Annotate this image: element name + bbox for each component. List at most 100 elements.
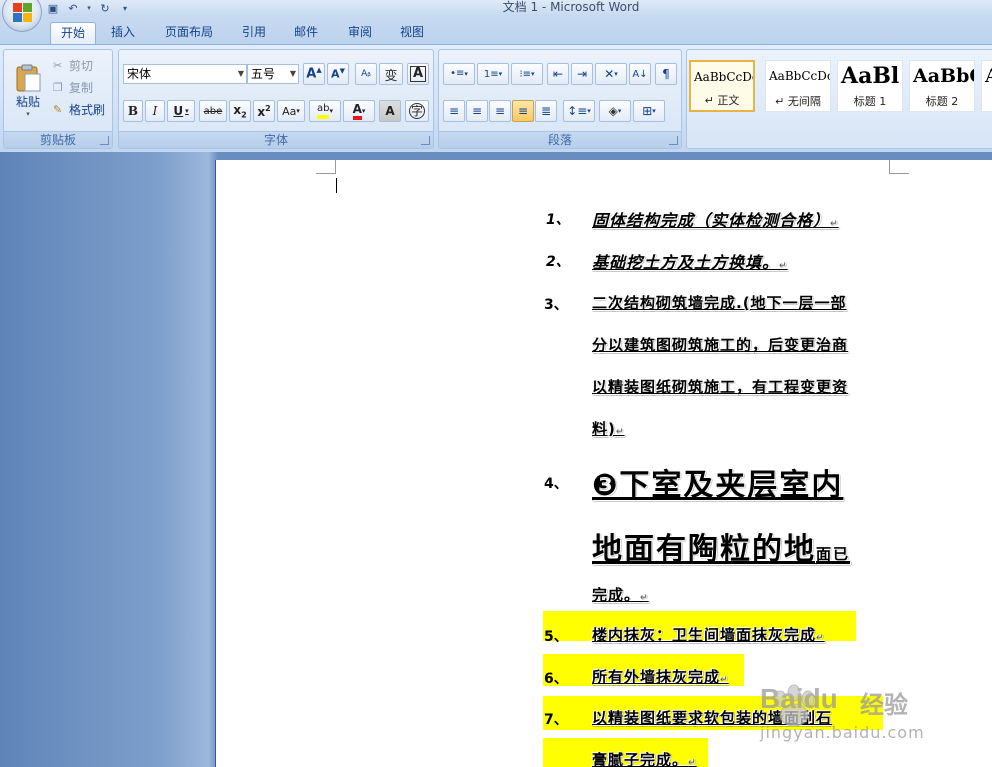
justify-button[interactable]: ≡ bbox=[512, 100, 534, 122]
tab-mailings[interactable]: 邮件 bbox=[286, 22, 326, 44]
enclose-characters-button[interactable]: 字 bbox=[405, 100, 429, 122]
grow-font-button[interactable]: A▲ bbox=[303, 63, 325, 85]
phonetic-guide-button[interactable]: 变 bbox=[379, 63, 403, 85]
line-spacing-button[interactable]: ↕≡ ▾ bbox=[563, 100, 595, 122]
align-right-icon: ≡ bbox=[494, 104, 506, 118]
font-color-button[interactable]: A ▾ bbox=[343, 100, 375, 122]
numbering-button[interactable]: 1≡ ▾ bbox=[477, 63, 509, 85]
chevron-down-icon: ▾ bbox=[652, 107, 656, 115]
italic-button[interactable]: I bbox=[145, 100, 165, 122]
style-sample: A bbox=[985, 65, 992, 87]
tab-home[interactable]: 开始 bbox=[50, 22, 96, 44]
increase-indent-button[interactable]: ⇥ bbox=[571, 63, 593, 85]
align-center-icon: ≡ bbox=[471, 104, 483, 118]
list-item-text: ❸下室及夹层室内 bbox=[592, 468, 844, 503]
character-border-icon: A bbox=[409, 66, 427, 82]
underline-button[interactable]: U ▾ bbox=[167, 100, 195, 122]
multilevel-list-button[interactable]: ⁝≡ ▾ bbox=[511, 63, 543, 85]
enclose-characters-icon: 字 bbox=[409, 103, 425, 119]
show-marks-button[interactable]: ¶ bbox=[655, 63, 677, 85]
decrease-indent-icon: ⇤ bbox=[552, 67, 564, 81]
decrease-indent-button[interactable]: ⇤ bbox=[547, 63, 569, 85]
font-color-icon: A bbox=[352, 102, 362, 120]
subscript-button[interactable]: x2 bbox=[229, 100, 251, 122]
highlight-button[interactable]: ab ▾ bbox=[309, 100, 341, 122]
paintbrush-icon: ✎ bbox=[53, 102, 63, 116]
clear-formatting-button[interactable]: Aᵦ bbox=[355, 63, 377, 85]
sort-icon: A↓ bbox=[632, 68, 648, 80]
chevron-down-icon: ▾ bbox=[185, 107, 189, 115]
shrink-font-button[interactable]: A▼ bbox=[327, 63, 349, 85]
bold-button[interactable]: B bbox=[123, 100, 143, 122]
document-page[interactable]: 1、 固体结构完成（实体检测合格）↵ 2、 基础挖土方及土方换填。↵ 3、 二次… bbox=[215, 160, 992, 767]
chevron-down-icon: ▾ bbox=[531, 70, 535, 78]
shading-button[interactable]: ◈ ▾ bbox=[599, 100, 631, 122]
copy-button[interactable]: ❐ 复制 bbox=[52, 78, 108, 96]
style-next[interactable]: A bbox=[981, 60, 992, 112]
list-item-text: 基础挖土方及土方换填。↵ bbox=[592, 253, 788, 272]
format-painter-label: 格式刷 bbox=[69, 102, 106, 117]
font-group: 宋体 ▼ 五号 ▼ A▲ A▼ Aᵦ 变 A B I U ▾ abe x2 x2 … bbox=[118, 49, 434, 149]
list-item-text: 以精装图纸砌筑施工，有工程变更资 bbox=[592, 378, 849, 396]
list-number: 5、 bbox=[544, 629, 568, 645]
paragraph-dialog-launcher[interactable] bbox=[669, 136, 678, 145]
align-center-button[interactable]: ≡ bbox=[466, 100, 488, 122]
chinese-layout-icon: ✕ bbox=[604, 67, 615, 81]
strikethrough-icon: abe bbox=[203, 105, 223, 117]
change-case-button[interactable]: Aa ▾ bbox=[277, 100, 305, 122]
style-sample: AaBbC bbox=[913, 65, 974, 87]
sort-button[interactable]: A↓ bbox=[629, 63, 651, 85]
clipboard-dialog-launcher[interactable] bbox=[100, 136, 109, 145]
tab-references[interactable]: 引用 bbox=[234, 22, 274, 44]
font-name-combo[interactable]: 宋体 ▼ bbox=[123, 64, 247, 84]
character-border-button[interactable]: A bbox=[407, 63, 429, 85]
superscript-icon: x2 bbox=[257, 103, 271, 119]
chevron-down-icon: ▾ bbox=[617, 107, 622, 115]
increase-indent-icon: ⇥ bbox=[576, 67, 588, 81]
align-right-button[interactable]: ≡ bbox=[489, 100, 511, 122]
styles-group: AaBbCcDc ↵ 正文 AaBbCcDc ↵ 无间隔 AaBl 标题 1 A… bbox=[686, 49, 992, 149]
paste-label: 粘贴 bbox=[15, 94, 40, 109]
font-name-value: 宋体 bbox=[127, 67, 152, 81]
borders-button[interactable]: ⊞ ▾ bbox=[633, 100, 665, 122]
align-left-button[interactable]: ≡ bbox=[443, 100, 465, 122]
style-sample: AaBbCcDc bbox=[694, 70, 755, 84]
tab-review[interactable]: 审阅 bbox=[340, 22, 380, 44]
list-item-text: 二次结构砌筑墙完成.(地下一层一部 bbox=[592, 294, 847, 312]
list-item-text: 地面有陶粒的地面已 bbox=[592, 532, 851, 567]
ribbon: 粘贴 ▾ ✂ 剪切 ❐ 复制 ✎ 格式刷 剪贴板 宋体 ▼ 五号 ▼ A▲ A▼… bbox=[0, 44, 992, 152]
clipboard-group-label: 剪贴板 bbox=[4, 131, 112, 148]
italic-icon: I bbox=[152, 104, 158, 118]
paragraph-group-label: 段落 bbox=[439, 131, 681, 148]
bullets-button[interactable]: •≡ ▾ bbox=[443, 63, 475, 85]
character-shading-icon: A bbox=[385, 104, 395, 118]
cut-button[interactable]: ✂ 剪切 bbox=[52, 56, 108, 74]
strikethrough-button[interactable]: abe bbox=[199, 100, 227, 122]
chevron-down-icon: ▾ bbox=[614, 70, 618, 78]
distributed-icon: ≣ bbox=[540, 104, 552, 118]
font-dialog-launcher[interactable] bbox=[421, 136, 430, 145]
paint-bucket-icon: ◈ bbox=[608, 104, 618, 118]
align-left-icon: ≡ bbox=[448, 104, 460, 118]
tab-view[interactable]: 视图 bbox=[392, 22, 432, 44]
distributed-button[interactable]: ≣ bbox=[535, 100, 557, 122]
character-shading-button[interactable]: A bbox=[379, 100, 401, 122]
font-size-combo[interactable]: 五号 ▼ bbox=[247, 64, 299, 84]
style-heading-2[interactable]: AaBbC 标题 2 bbox=[909, 60, 975, 112]
baidu-jingyan-watermark: Baidu 经验 jingyan.baidu.com bbox=[760, 681, 960, 751]
style-no-spacing[interactable]: AaBbCcDc ↵ 无间隔 bbox=[765, 60, 831, 112]
chevron-down-icon: ▾ bbox=[498, 70, 503, 78]
copy-icon: ❐ bbox=[53, 80, 63, 94]
tab-page-layout[interactable]: 页面布局 bbox=[152, 22, 226, 44]
format-painter-button[interactable]: ✎ 格式刷 bbox=[52, 100, 110, 118]
chinese-layout-button[interactable]: ✕ ▾ bbox=[595, 63, 627, 85]
bold-icon: B bbox=[127, 104, 139, 118]
list-number: 2、 bbox=[546, 254, 570, 270]
tab-insert[interactable]: 插入 bbox=[102, 22, 144, 44]
chevron-down-icon: ▼ bbox=[289, 69, 296, 78]
paste-button[interactable]: 粘贴 ▾ bbox=[8, 54, 48, 126]
superscript-button[interactable]: x2 bbox=[253, 100, 275, 122]
style-heading-1[interactable]: AaBl 标题 1 bbox=[837, 60, 903, 112]
style-normal[interactable]: AaBbCcDc ↵ 正文 bbox=[689, 60, 755, 112]
justify-icon: ≡ bbox=[517, 104, 529, 118]
